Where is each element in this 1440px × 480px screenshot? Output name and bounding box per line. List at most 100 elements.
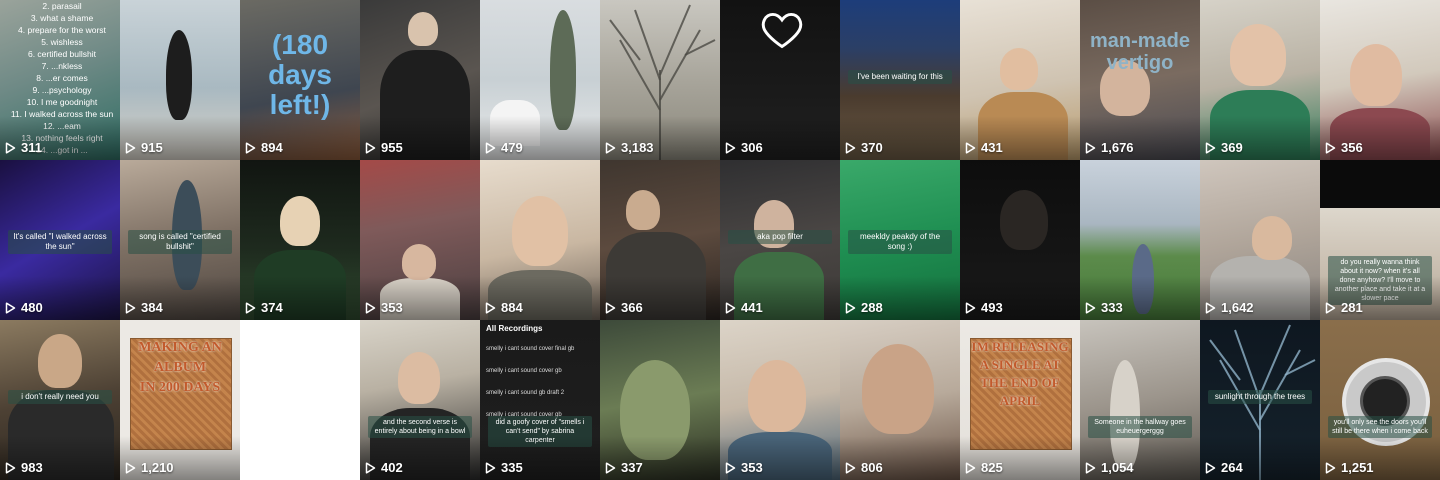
video-thumbnail[interactable]: 369 [1200, 0, 1320, 160]
video-thumbnail[interactable]: I've been waiting for this 370 [840, 0, 960, 160]
view-count-text: 493 [981, 300, 1003, 315]
play-icon [965, 461, 976, 474]
video-thumbnail[interactable]: (180 days left!) 894 [240, 0, 360, 160]
play-icon [1085, 141, 1096, 154]
play-icon [605, 301, 616, 314]
view-count-text: 1,054 [1101, 460, 1134, 475]
video-thumbnail[interactable]: 366 [600, 160, 720, 320]
view-count-text: 480 [21, 300, 43, 315]
recording-item: smelly i cant sound gb draft 2 [486, 390, 565, 396]
person-figure [402, 244, 436, 280]
view-count: 431 [965, 140, 1003, 155]
view-count-text: 479 [501, 140, 523, 155]
video-thumbnail[interactable]: 479 [480, 0, 600, 160]
video-thumbnail[interactable]: aka pop filter 441 [720, 160, 840, 320]
video-thumbnail[interactable]: 3,183 [600, 0, 720, 160]
view-count-text: 311 [21, 140, 42, 155]
video-thumbnail[interactable]: 356 [1320, 0, 1440, 160]
play-icon [125, 461, 136, 474]
play-icon [965, 301, 976, 314]
caption-overlay: It's called "I walked across the sun" [8, 230, 112, 254]
view-count: 1,054 [1085, 460, 1134, 475]
play-icon [725, 141, 736, 154]
video-thumbnail[interactable]: man-made vertigo 1,676 [1080, 0, 1200, 160]
video-thumbnail[interactable]: 333 [1080, 160, 1200, 320]
video-thumbnail[interactable]: 884 [480, 160, 600, 320]
overlay-title-line: MAKING AN ALBUM [138, 340, 222, 375]
overlay-title-line: man-made [1089, 30, 1191, 52]
video-thumbnail[interactable]: 374 [240, 160, 360, 320]
view-count-text: 915 [141, 140, 163, 155]
view-count: 955 [365, 140, 403, 155]
video-thumbnail[interactable]: 353 [360, 160, 480, 320]
video-thumbnail[interactable]: MAKING AN ALBUM IN 200 DAYS 1,210 [120, 320, 240, 480]
tracklist-line: 10. I me goodnight [26, 97, 98, 107]
play-icon [605, 461, 616, 474]
caption-overlay: song is called "certified bullshit" [128, 230, 232, 254]
view-count-text: 431 [981, 140, 1003, 155]
view-count: 281 [1325, 300, 1363, 315]
overlay-title-line: THE END OF [980, 375, 1060, 390]
video-thumbnail[interactable]: you'll only see the doors you'll still b… [1320, 320, 1440, 480]
video-thumbnail[interactable]: 915 [120, 0, 240, 160]
overlay-title-line: days [268, 59, 332, 90]
caption-overlay: I've been waiting for this [848, 70, 952, 84]
view-count-text: 356 [1341, 140, 1363, 155]
caption-overlay: and the second verse is entirely about b… [368, 416, 472, 438]
view-count: 884 [485, 300, 523, 315]
video-thumbnail[interactable]: song is called "certified bullshit" 384 [120, 160, 240, 320]
view-count-text: 369 [1221, 140, 1243, 155]
play-icon [365, 461, 376, 474]
view-count-text: 441 [741, 300, 763, 315]
tracklist-line: 6. certified bullshit [27, 49, 97, 59]
video-thumbnail[interactable]: It's called "I walked across the sun" 480 [0, 160, 120, 320]
overlay-title: man-made vertigo [1080, 30, 1200, 74]
view-count: 806 [845, 460, 883, 475]
view-count-text: 384 [141, 300, 163, 315]
caption-overlay: aka pop filter [728, 230, 832, 244]
tracklist-line: 4. prepare for the worst [18, 25, 106, 35]
video-thumbnail[interactable]: do you really wanna think about it now? … [1320, 160, 1440, 320]
video-thumbnail[interactable]: 337 [600, 320, 720, 480]
play-icon [1325, 141, 1336, 154]
view-count-text: 370 [861, 140, 883, 155]
view-count: 1,251 [1325, 460, 1374, 475]
view-count: 384 [125, 300, 163, 315]
video-thumbnail[interactable]: 806 [840, 320, 960, 480]
video-thumbnail[interactable]: and the second verse is entirely about b… [360, 320, 480, 480]
heart-icon [761, 12, 803, 49]
caption-overlay: you'll only see the doors you'll still b… [1328, 416, 1432, 438]
video-thumbnail[interactable]: 1,642 [1200, 160, 1320, 320]
video-thumbnail[interactable]: i don't really need you 983 [0, 320, 120, 480]
play-icon [485, 141, 496, 154]
video-thumbnail[interactable]: sunlight through the trees 264 [1200, 320, 1320, 480]
video-thumbnail[interactable]: 353 [720, 320, 840, 480]
view-count: 894 [245, 140, 283, 155]
video-thumbnail[interactable]: 955 [360, 0, 480, 160]
video-thumbnail[interactable]: meekldy peakdy of the song :) 288 [840, 160, 960, 320]
video-thumbnail[interactable]: 431 [960, 0, 1080, 160]
person-figure [1350, 44, 1402, 106]
view-count: 479 [485, 140, 523, 155]
view-count-text: 884 [501, 300, 523, 315]
video-thumbnail[interactable]: 306 [720, 0, 840, 160]
person-figure [398, 352, 440, 404]
play-icon [845, 301, 856, 314]
tracklist-line: 2. parasail [42, 1, 82, 11]
video-thumbnail[interactable]: 493 [960, 160, 1080, 320]
caption-overlay: Someone in the hallway goes euheuergergg… [1088, 416, 1192, 438]
view-count: 1,642 [1205, 300, 1254, 315]
video-thumbnail[interactable]: Someone in the hallway goes euheuergergg… [1080, 320, 1200, 480]
overlay-title-line: IN 200 DAYS [139, 380, 221, 395]
view-count-text: 1,642 [1221, 300, 1254, 315]
view-count-text: 337 [621, 460, 643, 475]
person-figure [862, 344, 934, 434]
view-count-text: 353 [741, 460, 763, 475]
recordings-header: All Recordings [486, 324, 543, 333]
view-count-text: 894 [261, 140, 283, 155]
video-thumbnail[interactable]: All Recordings smelly i cant sound cover … [480, 320, 600, 480]
view-count-text: 983 [21, 460, 43, 475]
video-thumbnail[interactable]: IM RELEASING A SINGLE AT THE END OF APRIL 82… [960, 320, 1080, 480]
play-icon [1085, 301, 1096, 314]
video-thumbnail[interactable]: 2. parasail 3. what a shame 4. prepare for… [0, 0, 120, 160]
